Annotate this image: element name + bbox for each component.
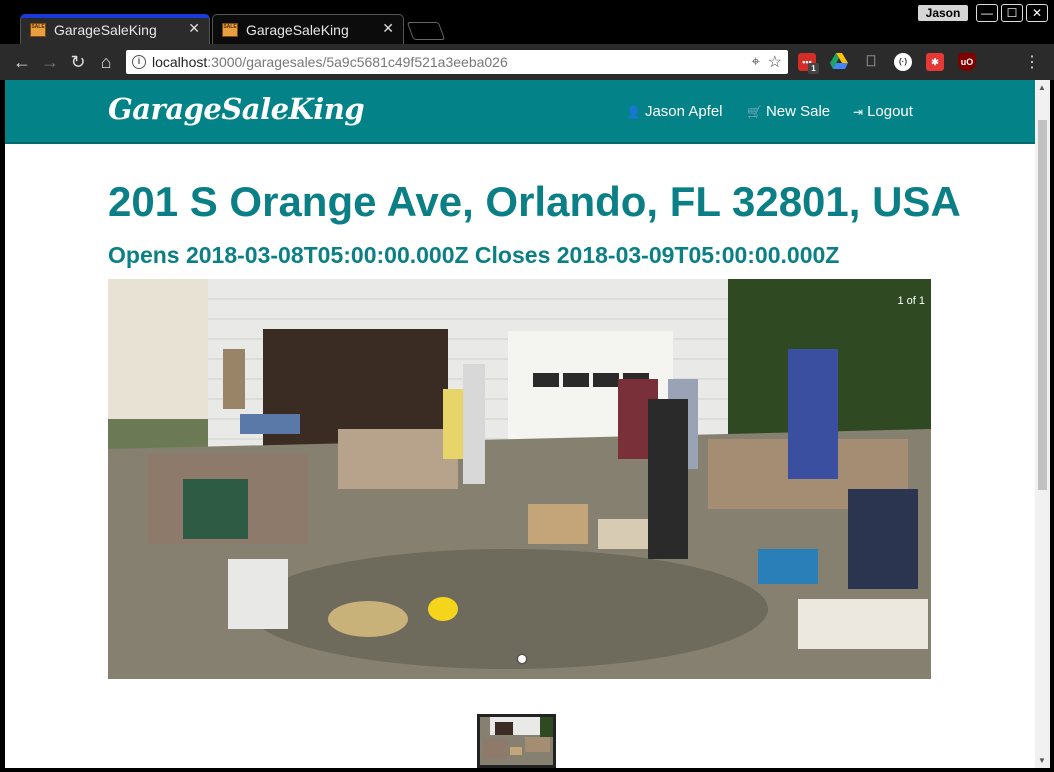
- scrollbar-thumb[interactable]: [1038, 120, 1047, 490]
- location-target-icon[interactable]: ⌖: [752, 53, 760, 70]
- carousel-counter: 1 of 1: [897, 295, 925, 307]
- extension-icon[interactable]: (·): [894, 53, 912, 71]
- ublock-icon[interactable]: uO: [958, 53, 976, 71]
- url-path: :3000/garagesales/5a9c5681c49f521a3eeba0…: [207, 54, 508, 70]
- nav-new-sale-link[interactable]: 🛒 New Sale: [747, 103, 830, 120]
- site-navbar: GarageSaleKing 👤 Jason Apfel 🛒 New Sale ⇥ L…: [5, 80, 1035, 144]
- logout-icon: ⇥: [853, 105, 864, 119]
- tab-title: GarageSaleKing: [54, 22, 157, 38]
- badge-count: 1: [808, 63, 819, 74]
- address-bar[interactable]: i localhost:3000/garagesales/5a9c5681c49…: [126, 50, 788, 74]
- minimize-icon[interactable]: —: [976, 4, 998, 22]
- browser-titlebar: SALE GarageSaleKing ✕ SALE GarageSaleKin…: [0, 0, 1054, 44]
- menu-dots-icon[interactable]: ⋮: [1024, 52, 1040, 72]
- browser-tab-inactive[interactable]: SALE GarageSaleKing ✕: [212, 14, 404, 44]
- page-scrollbar[interactable]: ▲ ▼: [1035, 80, 1050, 768]
- browser-tab-active[interactable]: SALE GarageSaleKing ✕: [20, 14, 210, 44]
- back-arrow-icon[interactable]: ←: [10, 50, 34, 74]
- reload-icon[interactable]: ↻: [66, 50, 90, 74]
- scroll-up-icon[interactable]: ▲: [1038, 83, 1046, 92]
- info-icon[interactable]: i: [132, 55, 146, 69]
- garage-sale-photo: [108, 279, 931, 679]
- nav-new-sale-label: New Sale: [765, 103, 831, 120]
- nav-profile-link[interactable]: 👤 Jason Apfel: [626, 103, 723, 120]
- close-tab-icon[interactable]: ✕: [382, 20, 394, 37]
- bookmark-star-icon[interactable]: ☆: [768, 52, 782, 72]
- sale-hours: Opens 2018-03-08T05:00:00.000Z Closes 20…: [108, 242, 840, 268]
- close-window-icon[interactable]: ✕: [1026, 4, 1048, 22]
- page-viewport: GarageSaleKing 👤 Jason Apfel 🛒 New Sale ⇥ L…: [5, 80, 1050, 768]
- nav-logout-label: Logout: [867, 103, 913, 120]
- favicon-icon: SALE: [222, 23, 238, 37]
- url-text[interactable]: localhost:3000/garagesales/5a9c5681c49f5…: [152, 54, 508, 70]
- photo-thumbnail[interactable]: [477, 714, 556, 768]
- user-icon: 👤: [626, 105, 641, 119]
- new-tab-button[interactable]: [406, 22, 446, 40]
- profile-button[interactable]: Jason: [918, 5, 968, 21]
- url-host: localhost: [152, 54, 208, 70]
- photo-carousel[interactable]: 1 of 1: [108, 279, 931, 679]
- favicon-icon: SALE: [30, 23, 46, 37]
- carousel-indicator-dot[interactable]: [518, 655, 526, 663]
- maximize-icon[interactable]: ☐: [1001, 4, 1023, 22]
- bookmark-icon[interactable]: ⎕: [862, 53, 880, 71]
- sale-address: 201 S Orange Ave, Orlando, FL 32801, USA: [108, 178, 961, 225]
- cart-icon: 🛒: [747, 105, 762, 119]
- nav-logout-link[interactable]: ⇥ Logout: [853, 103, 913, 120]
- thumbnail-image: [480, 717, 553, 765]
- home-icon[interactable]: ⌂: [94, 50, 118, 74]
- scroll-down-icon[interactable]: ▼: [1038, 756, 1046, 765]
- tab-title: GarageSaleKing: [246, 22, 349, 38]
- lastpass-icon[interactable]: ••• 1: [798, 53, 819, 74]
- forward-arrow-icon[interactable]: →: [38, 50, 62, 74]
- red-extension-icon[interactable]: ✱: [926, 53, 944, 71]
- close-tab-icon[interactable]: ✕: [188, 20, 200, 37]
- google-drive-icon[interactable]: [830, 53, 848, 71]
- brand-logo[interactable]: GarageSaleKing: [108, 92, 365, 126]
- browser-toolbar: ← → ↻ ⌂ i localhost:3000/garagesales/5a9…: [0, 44, 1054, 80]
- nav-profile-label: Jason Apfel: [644, 103, 723, 120]
